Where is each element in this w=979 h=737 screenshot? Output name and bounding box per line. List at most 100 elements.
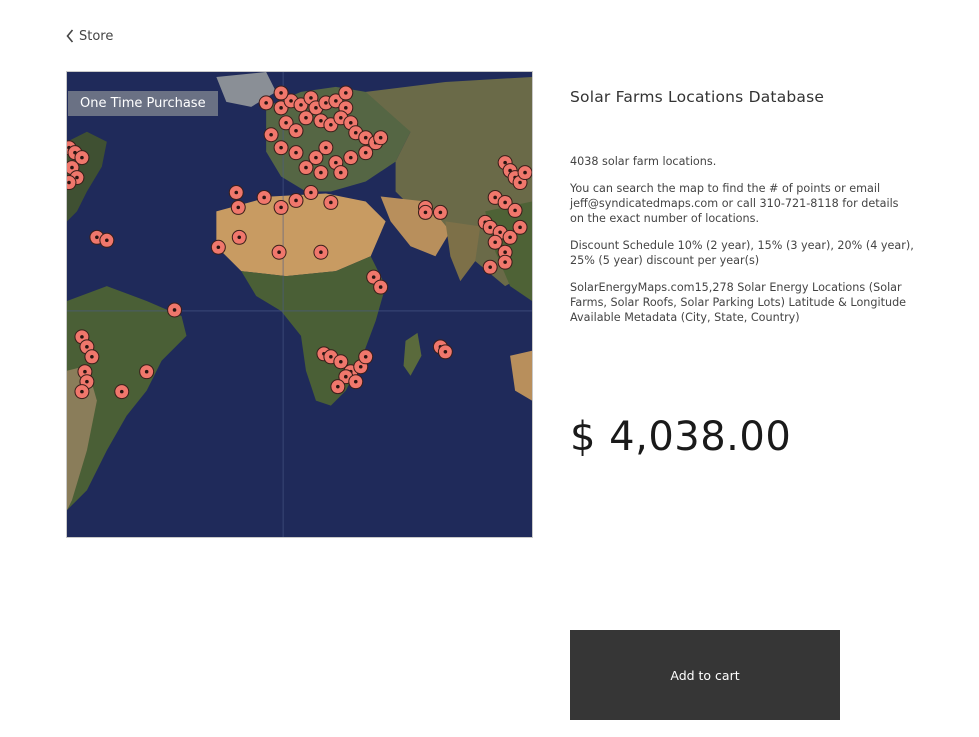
one-time-purchase-badge: One Time Purchase [68, 91, 218, 116]
location-marker-dot-1-17 [284, 120, 288, 125]
location-marker-dot-1-15 [363, 135, 368, 140]
product-title: Solar Farms Locations Database [570, 88, 825, 106]
location-marker-dot-2-6 [329, 200, 333, 205]
location-marker-dot-2-5 [309, 190, 313, 195]
location-marker-dot-4-10 [144, 369, 149, 374]
location-marker-dot-5-1 [329, 354, 333, 359]
location-marker-dot-4-0 [95, 235, 99, 240]
location-marker-dot-0-4 [75, 175, 79, 180]
location-marker-dot-2-14 [423, 210, 428, 215]
location-marker-dot-4-7 [85, 379, 89, 384]
location-marker-dot-5-10 [443, 350, 448, 354]
metadata-text: SolarEnergyMaps.com15,278 Solar Energy L… [570, 281, 907, 324]
location-marker-dot-1-20 [279, 145, 283, 150]
location-marker-dot-4-5 [90, 354, 94, 359]
discount-schedule-text: Discount Schedule 10% (2 year), 15% (3 y… [570, 239, 914, 267]
location-marker-dot-1-24 [334, 160, 338, 165]
chevron-left-icon [66, 29, 74, 43]
location-marker-dot-1-32 [304, 165, 308, 170]
location-marker-dot-1-7 [334, 99, 338, 103]
location-marker-dot-1-27 [378, 135, 383, 140]
location-marker-dot-2-7 [237, 235, 242, 240]
location-marker-dot-0-5 [67, 180, 71, 185]
location-marker-dot-4-2 [172, 308, 177, 312]
location-marker-dot-1-25 [348, 155, 353, 160]
add-to-cart-button[interactable]: Add to cart [570, 630, 840, 720]
location-marker-dot-3-14 [503, 250, 507, 255]
location-marker-dot-3-4 [523, 170, 527, 175]
location-marker-dot-2-11 [371, 275, 376, 279]
location-marker-dot-0-3 [70, 165, 74, 170]
location-marker-dot-1-30 [339, 170, 343, 175]
location-marker-dot-3-7 [513, 208, 517, 213]
location-marker-dot-1-19 [269, 132, 273, 137]
location-marker-dot-1-22 [314, 155, 318, 160]
location-marker-dot-0-2 [80, 155, 84, 160]
location-marker-dot-1-2 [289, 99, 293, 103]
location-marker-dot-4-9 [119, 389, 124, 394]
location-marker-dot-3-11 [508, 235, 512, 240]
location-marker-dot-1-13 [348, 120, 353, 125]
location-marker-dot-4-8 [80, 389, 84, 394]
location-marker-dot-3-15 [488, 265, 492, 269]
location-marker-dot-5-6 [344, 374, 348, 379]
location-marker-dot-2-4 [294, 198, 298, 203]
location-marker-dot-2-8 [216, 245, 221, 250]
location-marker-dot-1-28 [344, 91, 348, 95]
product-description: 4038 solar farm locations. You can searc… [570, 154, 915, 337]
location-marker-dot-2-3 [279, 205, 283, 210]
location-marker-dot-3-13 [493, 240, 497, 245]
location-marker-dot-1-14 [353, 130, 358, 135]
location-marker-dot-4-3 [80, 335, 84, 339]
location-count-text: 4038 solar farm locations. [570, 155, 717, 168]
location-marker-dot-3-9 [488, 225, 492, 230]
solar-farms-world-map [67, 72, 532, 537]
location-marker-dot-4-6 [83, 369, 87, 374]
location-marker-dot-2-0 [234, 190, 239, 195]
location-marker-dot-1-5 [314, 106, 318, 110]
location-marker-dot-1-23 [324, 145, 328, 150]
location-marker-dot-1-11 [329, 122, 333, 127]
store-back-label: Store [79, 28, 114, 44]
contact-text: You can search the map to find the # of … [570, 181, 915, 226]
location-marker-dot-3-5 [493, 195, 497, 200]
location-marker-dot-5-5 [363, 354, 368, 359]
location-marker-dot-3-3 [518, 180, 522, 185]
product-image-map[interactable]: One Time Purchase [66, 71, 533, 538]
location-marker-dot-1-8 [344, 106, 348, 110]
location-marker-dot-1-6 [324, 101, 328, 105]
location-marker-dot-1-10 [319, 118, 323, 123]
location-marker-dot-2-15 [438, 210, 443, 215]
email-link[interactable]: jeff@syndicatedmaps.com [570, 197, 718, 210]
location-marker-dot-1-1 [279, 106, 283, 110]
location-marker-dot-1-3 [299, 103, 303, 107]
location-marker-dot-2-2 [262, 195, 266, 200]
location-marker-dot-2-10 [319, 250, 323, 255]
location-marker-dot-1-0 [264, 101, 268, 105]
location-marker-dot-5-4 [358, 364, 363, 369]
location-marker-dot-5-2 [339, 359, 343, 364]
location-marker-dot-2-9 [277, 250, 281, 255]
location-marker-dot-3-12 [518, 225, 522, 230]
location-marker-dot-2-1 [236, 205, 241, 210]
location-marker-dot-1-18 [294, 128, 298, 133]
location-marker-dot-3-10 [498, 230, 502, 235]
location-marker-dot-1-31 [319, 170, 323, 175]
location-marker-dot-1-4 [309, 96, 313, 100]
location-marker-dot-4-4 [85, 345, 89, 349]
location-marker-dot-1-12 [339, 116, 343, 120]
location-marker-dot-1-29 [279, 91, 283, 95]
location-marker-dot-1-9 [304, 116, 308, 120]
store-back-link[interactable]: Store [66, 27, 113, 45]
location-marker-dot-4-1 [105, 238, 109, 243]
location-marker-dot-3-0 [503, 160, 507, 165]
location-marker-dot-3-16 [503, 260, 507, 264]
location-marker-dot-5-7 [336, 384, 340, 389]
contact-text-before: You can search the map to find the # of … [570, 182, 881, 195]
location-marker-dot-5-8 [353, 379, 358, 384]
location-marker-dot-3-6 [503, 200, 507, 205]
location-marker-dot-1-21 [294, 150, 298, 155]
product-price: $ 4,038.00 [570, 414, 792, 460]
location-marker-dot-1-26 [363, 150, 368, 155]
location-marker-dot-2-12 [378, 285, 383, 289]
